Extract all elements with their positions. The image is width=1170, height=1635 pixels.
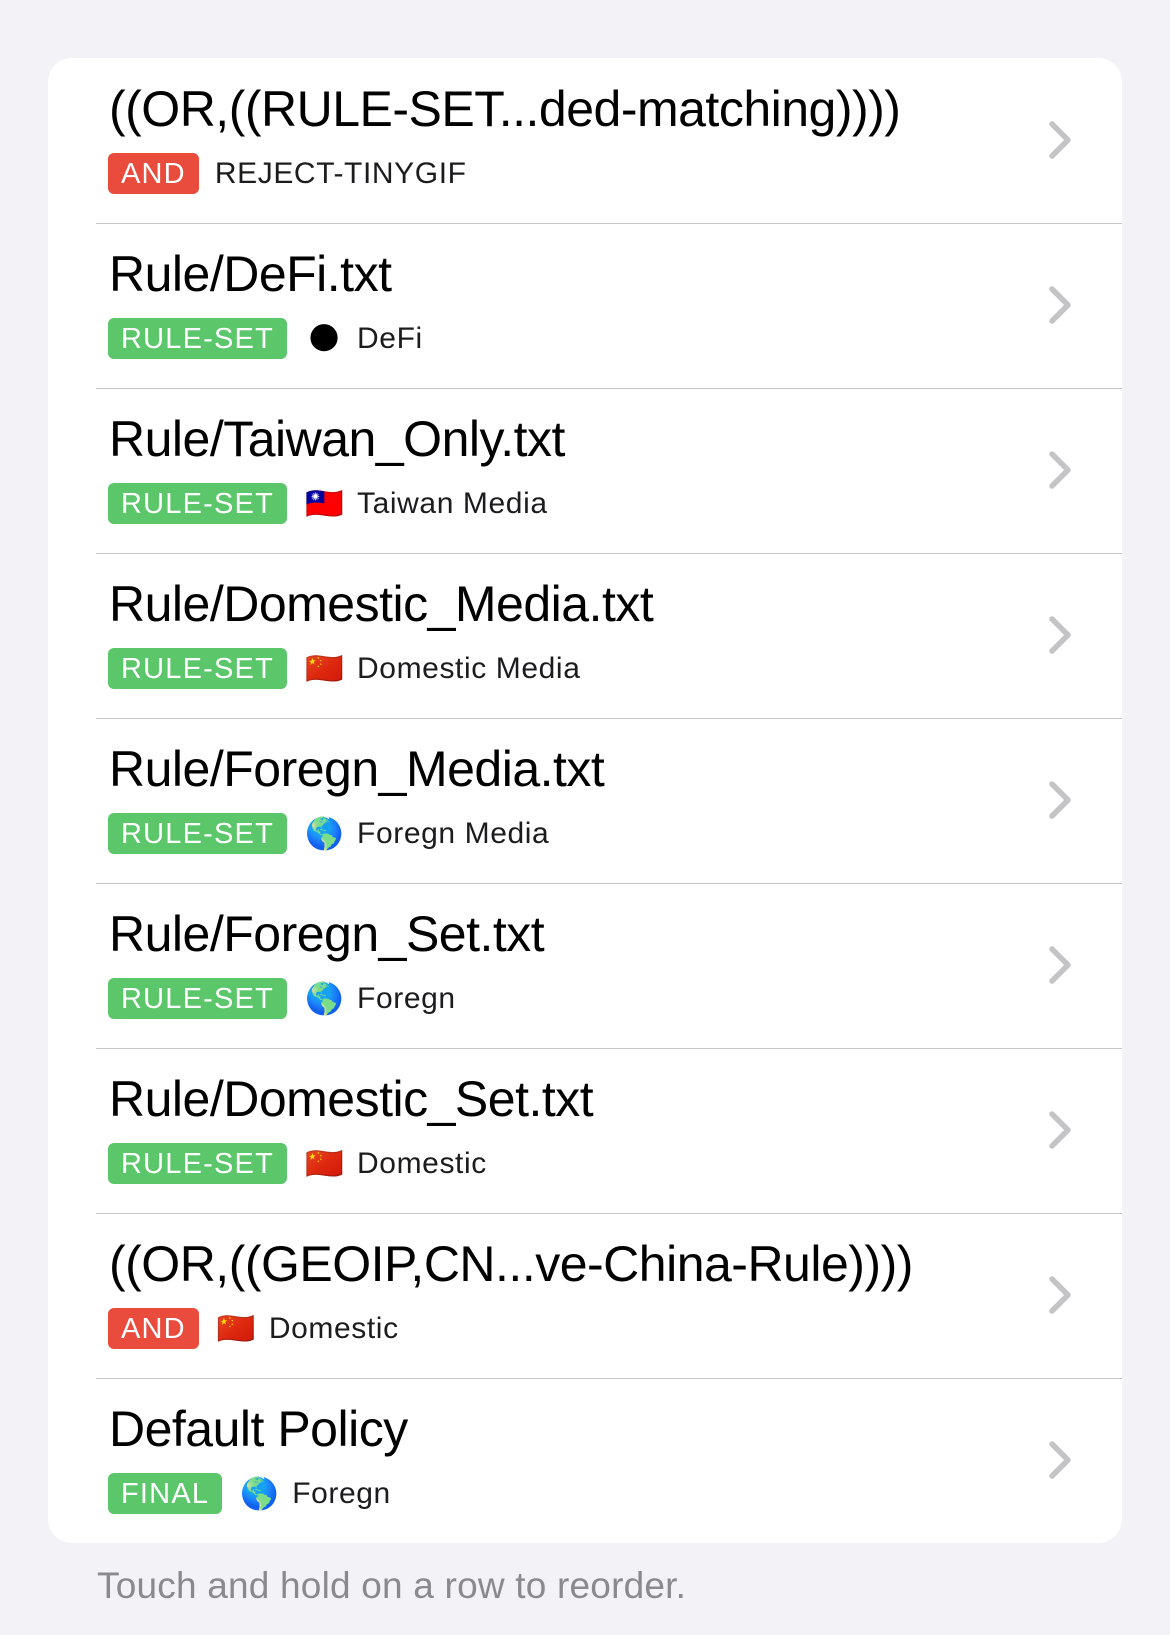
rule-title: Rule/Foregn_Media.txt — [109, 741, 605, 797]
rule-type-badge: RULE-SET — [108, 1143, 288, 1184]
rule-details: RULE-SET 🇨🇳 Domestic — [108, 1143, 487, 1184]
rule-policy: Foregn — [292, 1476, 391, 1510]
chevron-right-icon — [1049, 121, 1071, 159]
rule-details: RULE-SET 🇹🇼 Taiwan Media — [108, 483, 548, 524]
rule-type-badge: FINAL — [108, 1473, 223, 1514]
rule-row[interactable]: Rule/Domestic_Set.txt RULE-SET 🇨🇳 Domest… — [48, 1048, 1122, 1213]
rule-row[interactable]: Default Policy FINAL 🌎 Foregn — [48, 1378, 1122, 1543]
rule-type-badge: RULE-SET — [108, 978, 288, 1019]
rule-row[interactable]: Rule/Foregn_Media.txt RULE-SET 🌎 Foregn … — [48, 718, 1122, 883]
rule-policy: Domestic Media — [357, 651, 581, 685]
globe-icon: 🌎 — [240, 1476, 279, 1511]
rule-row[interactable]: Rule/Taiwan_Only.txt RULE-SET 🇹🇼 Taiwan … — [48, 388, 1122, 553]
moon-icon: 🌑 — [307, 321, 341, 356]
chevron-right-icon — [1049, 616, 1071, 654]
chevron-right-icon — [1049, 1441, 1071, 1479]
rule-policy: Foregn Media — [357, 816, 550, 850]
reorder-hint: Touch and hold on a row to reorder. — [97, 1565, 687, 1606]
rule-title: Rule/Domestic_Media.txt — [109, 576, 654, 632]
chevron-right-icon — [1049, 451, 1071, 489]
rule-details: AND REJECT-TINYGIF — [108, 153, 467, 194]
chevron-right-icon — [1049, 781, 1071, 819]
globe-icon: 🌎 — [305, 816, 344, 851]
rule-details: RULE-SET 🇨🇳 Domestic Media — [108, 648, 580, 689]
taiwan-flag-icon: 🇹🇼 — [305, 486, 344, 521]
china-flag-icon: 🇨🇳 — [305, 651, 344, 686]
rule-details: RULE-SET 🌎 Foregn Media — [108, 813, 549, 854]
rule-title: Default Policy — [109, 1401, 408, 1457]
rule-type-badge: RULE-SET — [108, 483, 288, 524]
rule-details: RULE-SET 🌑 DeFi — [108, 318, 423, 359]
rule-title: ((OR,((RULE-SET...ded-matching)))) — [109, 81, 901, 137]
rule-policy: Taiwan Media — [357, 486, 548, 520]
rule-title: Rule/DeFi.txt — [109, 246, 392, 302]
chevron-right-icon — [1049, 946, 1071, 984]
rule-type-badge: RULE-SET — [108, 648, 288, 689]
rule-row[interactable]: Rule/DeFi.txt RULE-SET 🌑 DeFi — [48, 223, 1122, 388]
rule-details: AND 🇨🇳 Domestic — [108, 1308, 399, 1349]
rule-row[interactable]: Rule/Foregn_Set.txt RULE-SET 🌎 Foregn — [48, 883, 1122, 1048]
rule-details: RULE-SET 🌎 Foregn — [108, 978, 456, 1019]
rule-row[interactable]: ((OR,((GEOIP,CN...ve-China-Rule)))) AND … — [48, 1213, 1122, 1378]
rule-type-badge: AND — [108, 153, 199, 194]
rule-policy: Foregn — [357, 981, 456, 1015]
rule-policy: Domestic — [268, 1311, 399, 1345]
rule-type-badge: RULE-SET — [108, 318, 288, 359]
chevron-right-icon — [1049, 286, 1071, 324]
chevron-right-icon — [1049, 1276, 1071, 1314]
rules-list: ((OR,((RULE-SET...ded-matching)))) AND R… — [48, 58, 1122, 1543]
globe-icon: 🌎 — [305, 981, 344, 1016]
china-flag-icon: 🇨🇳 — [216, 1311, 256, 1346]
rule-title: Rule/Taiwan_Only.txt — [109, 411, 565, 467]
rule-type-badge: RULE-SET — [108, 813, 288, 854]
chevron-right-icon — [1049, 1111, 1071, 1149]
rule-policy: REJECT-TINYGIF — [214, 156, 467, 190]
rule-row[interactable]: Rule/Domestic_Media.txt RULE-SET 🇨🇳 Dome… — [48, 553, 1122, 718]
rule-title: ((OR,((GEOIP,CN...ve-China-Rule)))) — [109, 1236, 913, 1292]
rule-title: Rule/Domestic_Set.txt — [109, 1071, 594, 1127]
rule-details: FINAL 🌎 Foregn — [108, 1473, 391, 1514]
rule-policy: DeFi — [357, 321, 423, 355]
rule-row[interactable]: ((OR,((RULE-SET...ded-matching)))) AND R… — [48, 58, 1122, 223]
china-flag-icon: 🇨🇳 — [305, 1146, 344, 1181]
rule-policy: Domestic — [357, 1146, 487, 1180]
rule-type-badge: AND — [108, 1308, 199, 1349]
rule-title: Rule/Foregn_Set.txt — [109, 906, 545, 962]
